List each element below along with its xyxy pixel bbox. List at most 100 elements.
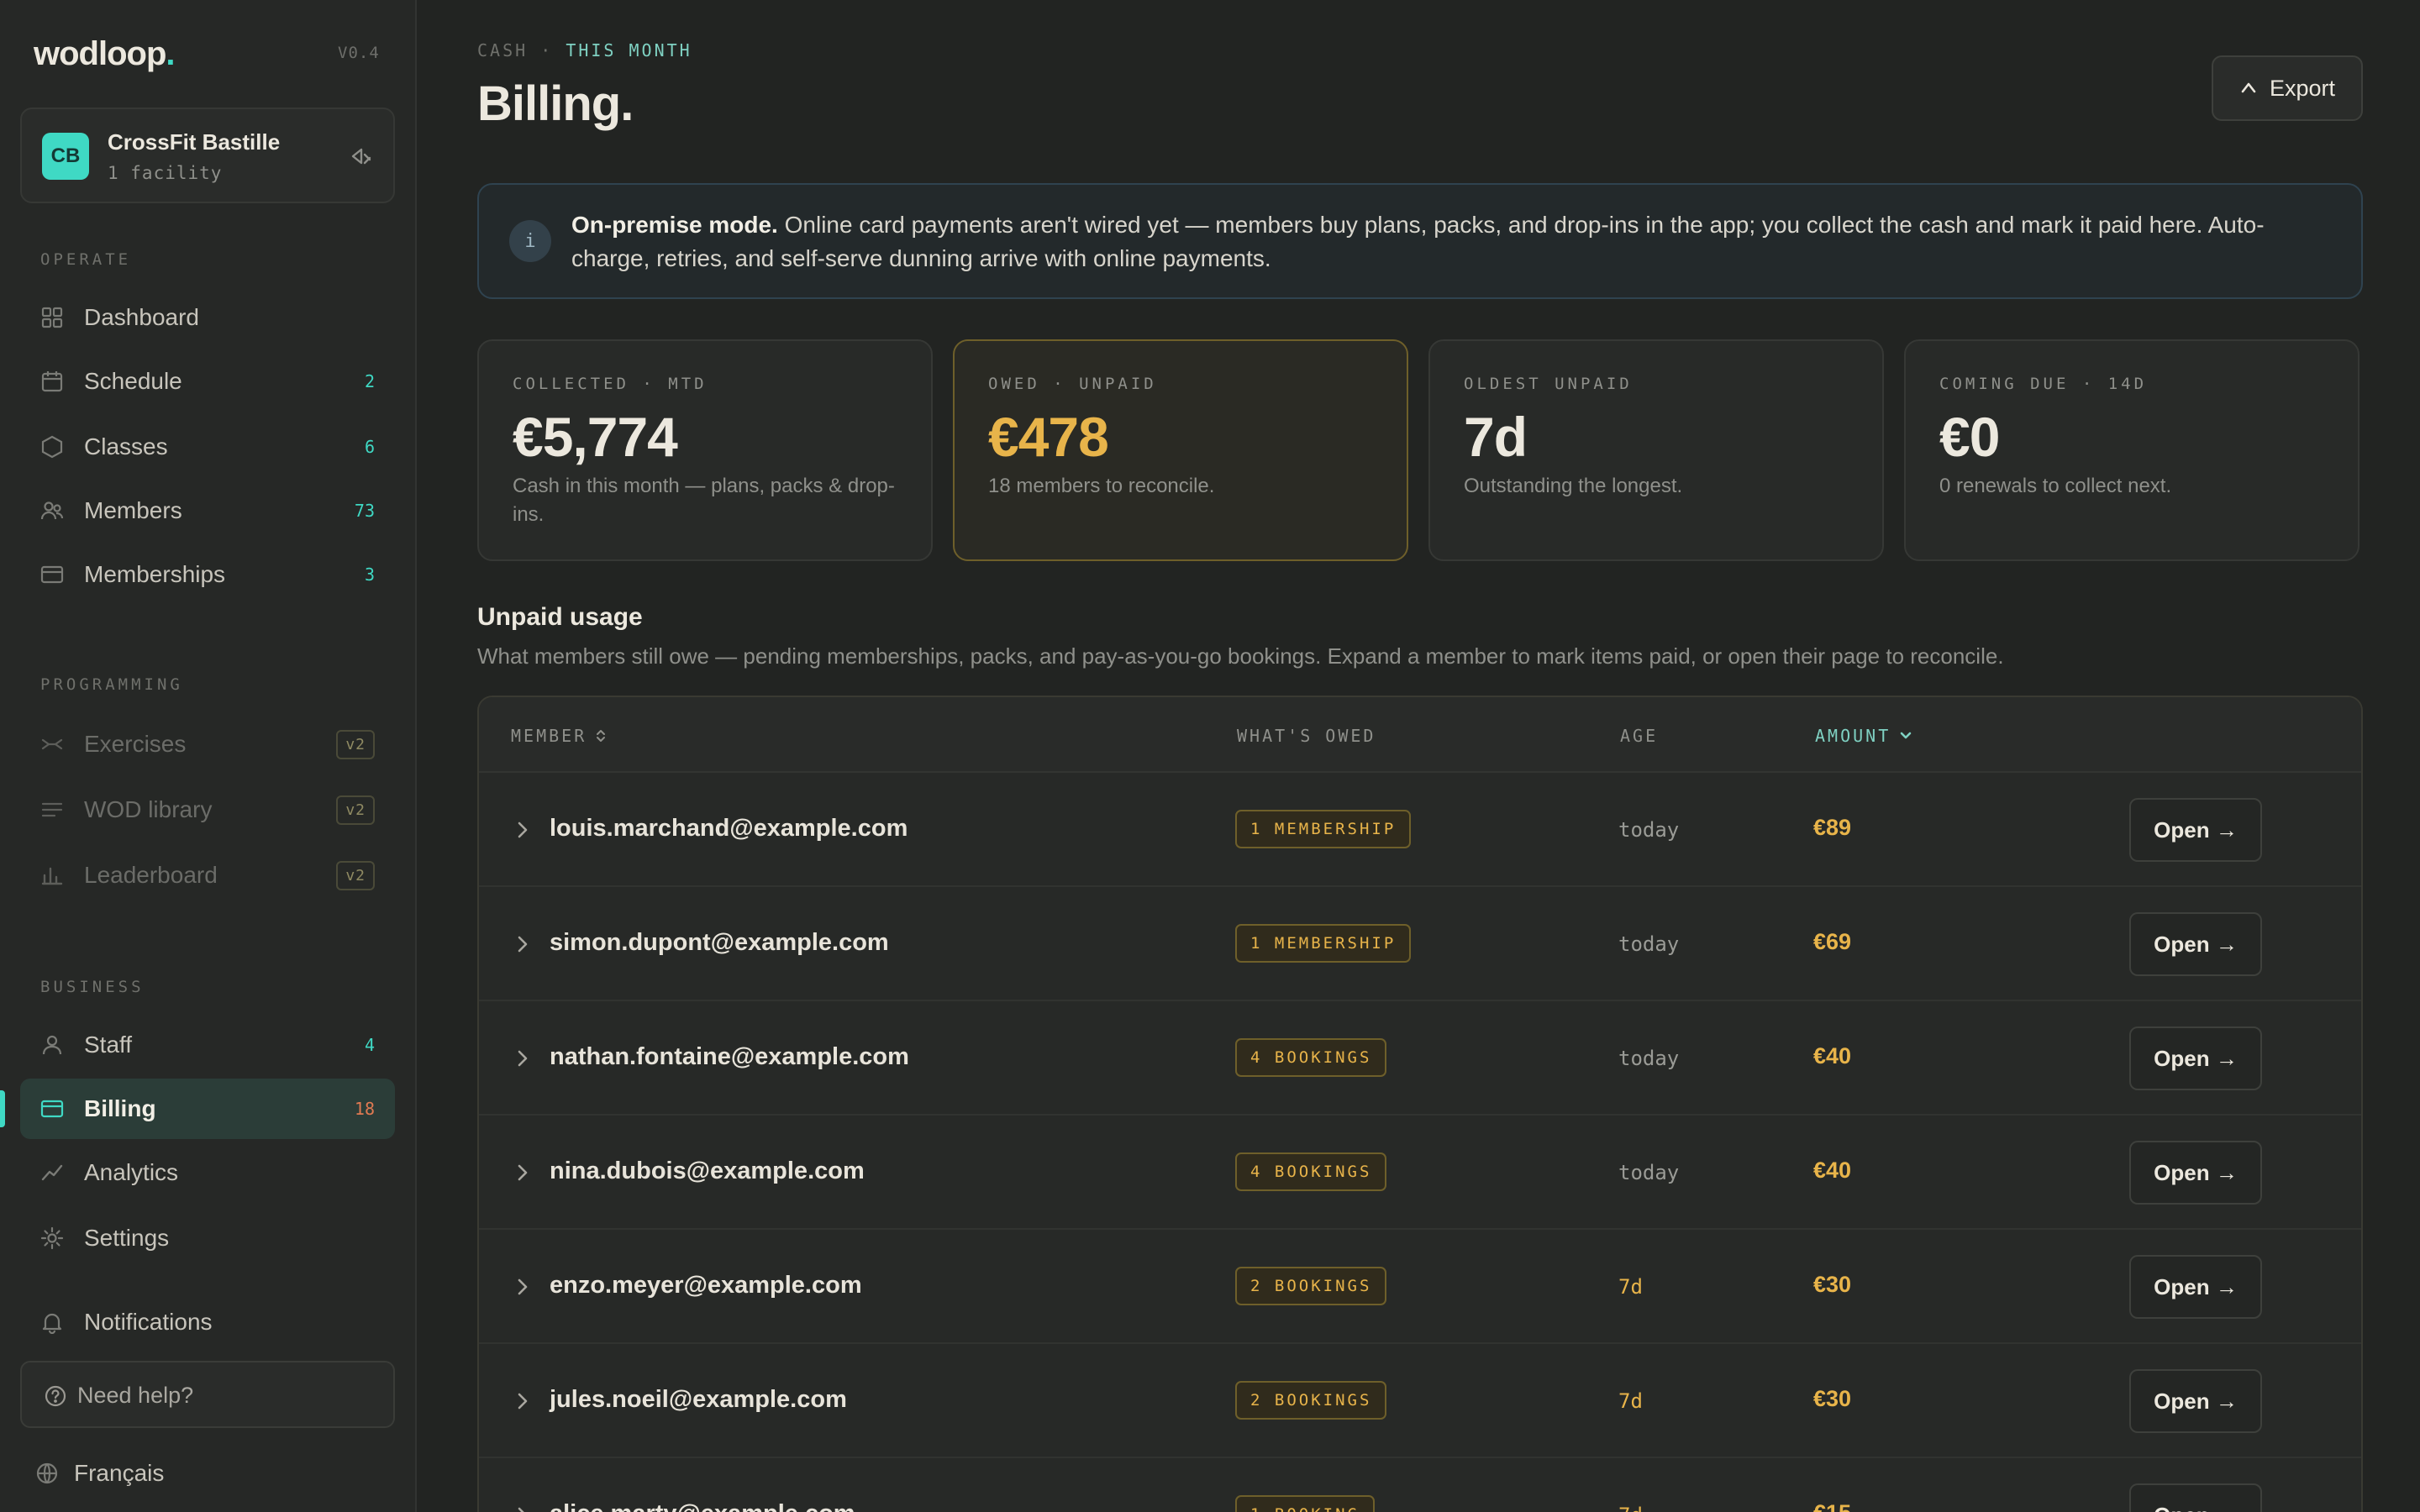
table-row[interactable]: alice.marty@example.com 1 BOOKING 7d €15 Ope… <box>479 1458 2361 1512</box>
chevron-right-icon[interactable] <box>513 1161 533 1184</box>
chevron-right-icon[interactable] <box>513 932 533 956</box>
table-row[interactable]: enzo.meyer@example.com 2 BOOKINGS 7d €30 Ope… <box>479 1230 2361 1344</box>
sidebar-item-classes[interactable]: Classes 6 <box>20 417 395 477</box>
sidebar-item-wod-library[interactable]: WOD library v2 <box>20 780 395 840</box>
card-icon <box>40 565 64 584</box>
stat-key: COMING DUE · 14D <box>1939 375 2148 393</box>
member-email[interactable]: louis.marchand@example.com <box>550 815 908 843</box>
age-value: 7d <box>1618 1389 1643 1413</box>
chevron-right-icon[interactable] <box>513 1047 533 1070</box>
table-row[interactable]: louis.marchand@example.com 1 MEMBERSHIP to… <box>479 773 2361 887</box>
member-email[interactable]: jules.noeil@example.com <box>550 1386 847 1414</box>
brand-logo[interactable]: wodloop. <box>34 35 176 73</box>
arrow-up-icon <box>2241 82 2256 93</box>
member-email[interactable]: enzo.meyer@example.com <box>550 1272 862 1299</box>
sidebar-item-notifications[interactable]: Notifications <box>20 1292 395 1352</box>
owed-badge: 4 BOOKINGS <box>1235 1038 1387 1077</box>
chevron-right-icon[interactable] <box>513 1504 533 1512</box>
sidebar-item-label: Memberships <box>84 561 226 587</box>
count-badge: 18 <box>354 1099 375 1119</box>
sidebar-item-staff[interactable]: Staff 4 <box>20 1015 395 1075</box>
breadcrumb: CASH · THIS MONTH <box>477 40 692 60</box>
column-owed[interactable]: WHAT'S OWED <box>1237 726 1376 746</box>
sidebar-item-analytics[interactable]: Analytics <box>20 1142 395 1203</box>
active-indicator <box>0 1090 5 1127</box>
sidebar-item-billing[interactable]: Billing 18 <box>20 1079 395 1139</box>
stat-value: 7d <box>1464 406 1528 468</box>
calendar-icon <box>41 371 63 392</box>
amount-value: €69 <box>1813 929 1852 954</box>
age-value: today <box>1618 932 1680 956</box>
sidebar-item-exercises[interactable]: Exercises v2 <box>20 714 395 774</box>
sidebar-item-label: Notifications <box>84 1309 213 1335</box>
table-row[interactable]: nina.dubois@example.com 4 BOOKINGS today €4… <box>479 1116 2361 1230</box>
sidebar-item-memberships[interactable]: Memberships 3 <box>20 544 395 605</box>
notice-text: On-premise mode. Online card payments ar… <box>571 208 2328 276</box>
export-button[interactable]: Export <box>2212 55 2363 121</box>
open-member-button[interactable]: Open → <box>2129 1255 2262 1319</box>
sidebar-item-dashboard[interactable]: Dashboard <box>20 287 395 348</box>
stat-value: €478 <box>988 406 1109 468</box>
table-row[interactable]: nathan.fontaine@example.com 4 BOOKINGS tod… <box>479 1001 2361 1116</box>
chevron-right-icon[interactable] <box>513 1389 533 1413</box>
column-member[interactable]: MEMBER <box>511 726 607 746</box>
sidebar-item-label: Classes <box>84 433 168 459</box>
stat-card-owed: OWED · UNPAID €478 18 members to reconci… <box>953 339 1408 561</box>
open-member-button[interactable]: Open → <box>2129 1026 2262 1090</box>
stat-desc: Outstanding the longest. <box>1464 475 1683 497</box>
member-email[interactable]: nina.dubois@example.com <box>550 1158 865 1185</box>
open-member-button[interactable]: Open → <box>2129 1369 2262 1433</box>
stat-key: OLDEST UNPAID <box>1464 375 1633 393</box>
chevron-right-icon[interactable] <box>513 1275 533 1299</box>
open-member-button[interactable]: Open → <box>2129 1141 2262 1205</box>
count-badge: 4 <box>364 1035 375 1055</box>
count-badge: 2 <box>364 371 375 391</box>
open-member-button[interactable]: Open → <box>2129 912 2262 976</box>
count-badge: 73 <box>354 501 375 521</box>
column-age[interactable]: AGE <box>1620 726 1658 746</box>
amount-value: €30 <box>1813 1272 1852 1297</box>
version-tag: v2 <box>336 795 375 825</box>
sidebar-item-settings[interactable]: Settings <box>20 1208 395 1268</box>
column-label: WHAT'S OWED <box>1237 726 1376 746</box>
stat-key: OWED · UNPAID <box>988 375 1157 393</box>
column-label: AGE <box>1620 726 1659 746</box>
unpaid-table: MEMBER WHAT'S OWED AGE AMOUNT louis.marc… <box>477 696 2363 1512</box>
page-title: Billing. <box>477 76 634 131</box>
collapse-sidebar-icon[interactable] <box>348 143 375 170</box>
sidebar-item-label: Leaderboard <box>84 862 218 888</box>
info-icon: i <box>509 220 551 262</box>
age-value: 7d <box>1618 1275 1643 1299</box>
language-switcher[interactable]: Français <box>15 1443 390 1504</box>
sidebar-item-leaderboard[interactable]: Leaderboard v2 <box>20 845 395 906</box>
users-icon <box>40 501 64 520</box>
chevron-right-icon[interactable] <box>513 818 533 842</box>
member-email[interactable]: simon.dupont@example.com <box>550 929 889 957</box>
member-email[interactable]: alice.marty@example.com <box>550 1500 855 1512</box>
facility-count: 1 facility <box>108 163 223 183</box>
sidebar-item-members[interactable]: Members 73 <box>20 480 395 541</box>
sidebar: wodloop. V0.4 CB CrossFit Bastille 1 fac… <box>0 0 417 1512</box>
sidebar-item-label: Settings <box>84 1225 170 1251</box>
list-icon <box>41 802 63 817</box>
column-amount[interactable]: AMOUNT <box>1815 726 1912 746</box>
table-header: MEMBER WHAT'S OWED AGE AMOUNT <box>479 697 2361 773</box>
brand-name: wodloop <box>34 35 166 72</box>
chevron-down-icon <box>1900 732 1912 739</box>
version-tag: v2 <box>336 860 375 890</box>
globe-icon <box>36 1462 58 1484</box>
version-tag: v2 <box>336 729 375 759</box>
column-label: MEMBER <box>511 726 587 746</box>
breadcrumb-cash: CASH <box>477 40 529 60</box>
table-row[interactable]: jules.noeil@example.com 2 BOOKINGS 7d €30 Op… <box>479 1344 2361 1458</box>
open-member-button[interactable]: Open → <box>2129 798 2262 862</box>
stat-card-coming-due: COMING DUE · 14D €0 0 renewals to collec… <box>1904 339 2360 561</box>
member-email[interactable]: nathan.fontaine@example.com <box>550 1043 909 1071</box>
sidebar-item-schedule[interactable]: Schedule 2 <box>20 351 395 412</box>
gear-icon <box>40 1226 64 1250</box>
open-member-button[interactable]: Open → <box>2129 1483 2262 1512</box>
help-button[interactable]: Need help? <box>20 1361 395 1428</box>
table-row[interactable]: simon.dupont@example.com 1 MEMBERSHIP toda… <box>479 887 2361 1001</box>
age-value: today <box>1618 1161 1680 1184</box>
facility-switcher[interactable]: CB CrossFit Bastille 1 facility <box>20 108 395 203</box>
